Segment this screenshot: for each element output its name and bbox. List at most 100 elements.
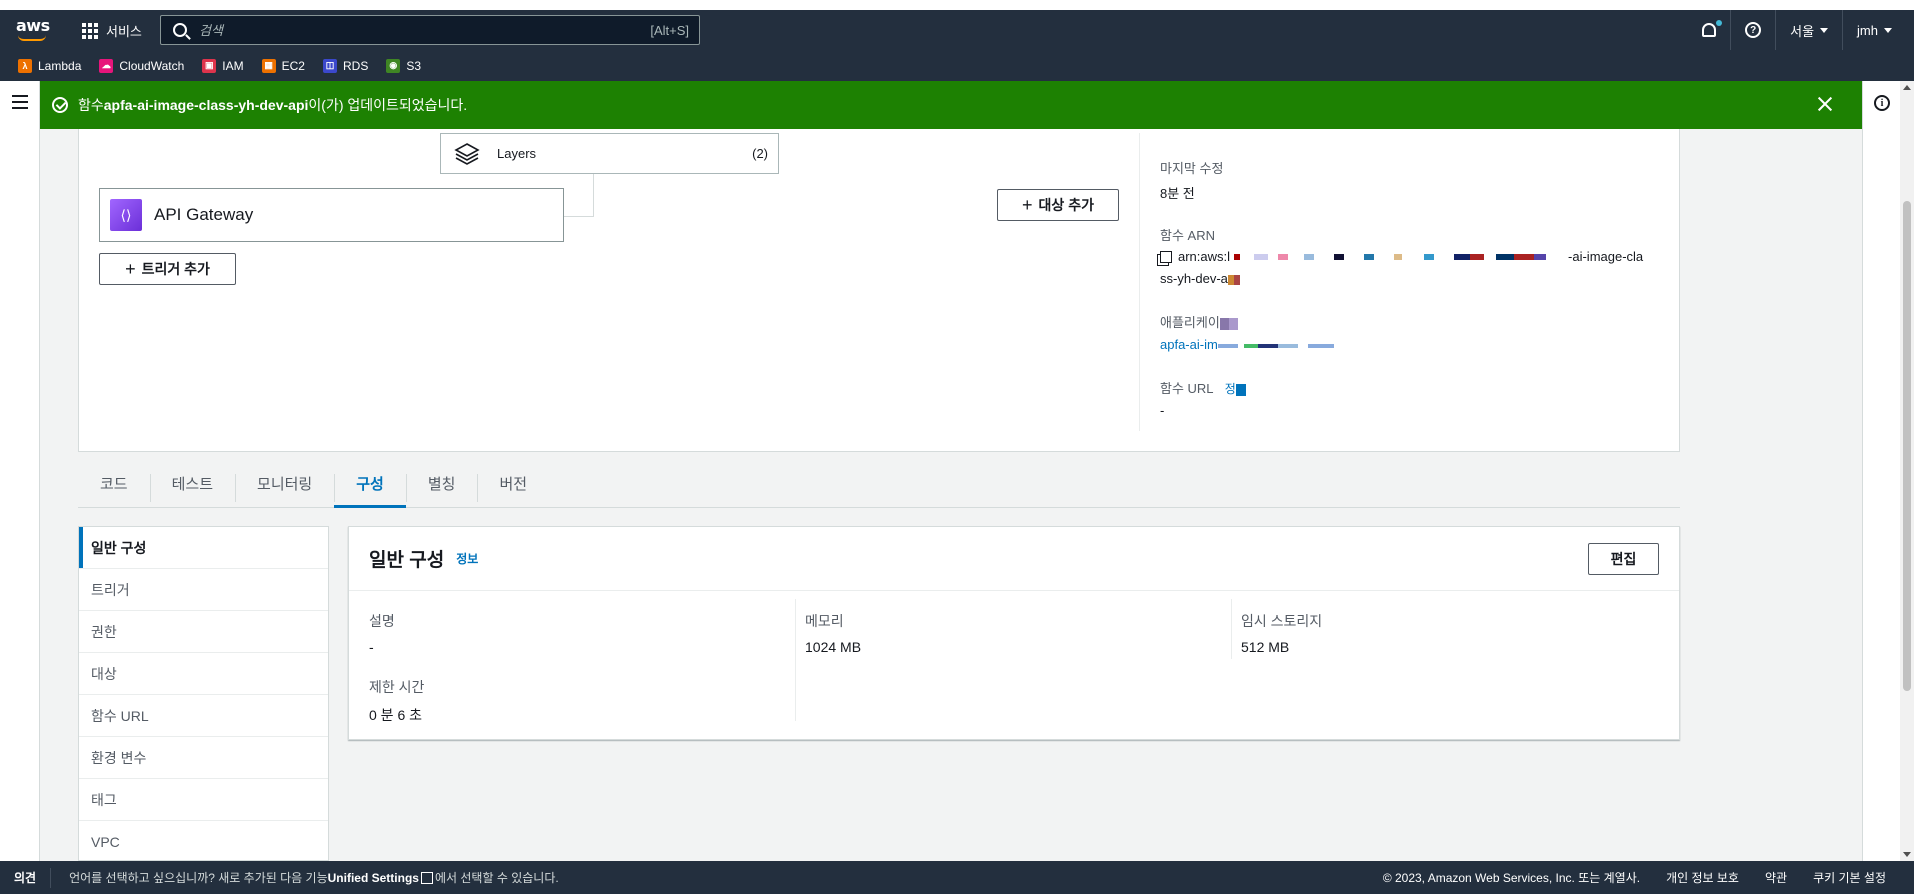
- col-storage: 임시 스토리지 512 MB: [1231, 599, 1667, 659]
- favorite-lambda[interactable]: λ Lambda: [18, 58, 82, 73]
- menu-icon[interactable]: [12, 95, 28, 113]
- help-icon: ?: [1745, 22, 1762, 38]
- memory-label: 메모리: [805, 613, 844, 629]
- privacy-link[interactable]: 개인 정보 보호: [1666, 869, 1739, 886]
- side-item-destinations[interactable]: 대상: [79, 653, 328, 695]
- favorite-s3[interactable]: ◉ S3: [386, 58, 422, 73]
- function-url-label-text: 함수 URL: [1160, 381, 1214, 396]
- scroll-thumb[interactable]: [1903, 201, 1911, 691]
- favorite-rds[interactable]: ◫ RDS: [322, 58, 368, 73]
- region-label: 서울: [1790, 23, 1815, 39]
- search-input[interactable]: [199, 22, 651, 38]
- favorite-label: S3: [406, 58, 422, 73]
- arn-line2-text: ss-yh-dev-a: [1160, 271, 1228, 286]
- layers-label: Layers: [497, 146, 537, 161]
- overview-divider: [1139, 133, 1140, 431]
- flash-suffix: 이(가) 업데이트되었습니다.: [308, 97, 468, 113]
- general-config-card: 일반 구성 정보 편집 설명 - 제한 시간 0 분 6 초 메모리 1024 …: [348, 526, 1680, 740]
- favorite-label: EC2: [281, 58, 305, 73]
- last-modified-label: 마지막 수정: [1160, 161, 1224, 176]
- tab-code[interactable]: 코드: [78, 460, 150, 507]
- favorite-cloudwatch[interactable]: ☁ CloudWatch: [99, 58, 185, 73]
- aws-logo[interactable]: aws: [16, 16, 50, 42]
- description-label: 설명: [369, 613, 395, 629]
- side-item-env-vars[interactable]: 환경 변수: [79, 737, 328, 779]
- services-menu-button[interactable]: 서비스: [82, 21, 142, 40]
- application-redacted: [1217, 343, 1334, 348]
- favorite-label: CloudWatch: [119, 58, 185, 73]
- arn-prefix: arn:aws:l: [1178, 249, 1231, 264]
- footer-links: © 2023, Amazon Web Services, Inc. 또는 계열사…: [1383, 869, 1886, 886]
- scroll-up-icon[interactable]: [1903, 85, 1911, 90]
- help-button[interactable]: ?: [1730, 10, 1775, 50]
- label-redacted: [1219, 317, 1238, 330]
- side-item-permissions[interactable]: 권한: [79, 611, 328, 653]
- arn-redacted: [1227, 274, 1240, 285]
- tab-test[interactable]: 테스트: [149, 460, 235, 507]
- card-info-link[interactable]: 정보: [456, 550, 478, 567]
- side-item-tags[interactable]: 태그: [79, 779, 328, 821]
- arn-line2: ss-yh-dev-a: [1160, 271, 1240, 286]
- side-item-triggers[interactable]: 트리거: [79, 569, 328, 611]
- global-nav: aws 서비스 [Alt+S] ? 서울 jmh: [0, 10, 1914, 50]
- left-rail: [0, 81, 40, 861]
- scroll-down-icon[interactable]: [1903, 852, 1911, 857]
- search-box[interactable]: [Alt+S]: [160, 15, 700, 45]
- function-url-value: -: [1160, 403, 1165, 418]
- side-item-vpc[interactable]: VPC: [79, 821, 328, 860]
- edit-button[interactable]: 편집: [1588, 543, 1659, 575]
- side-item-function-url[interactable]: 함수 URL: [79, 695, 328, 737]
- right-rail: i: [1862, 81, 1900, 861]
- language-message-prefix: 언어를 선택하고 싶으십니까? 새로 추가된 다음 기능: [69, 871, 328, 885]
- cookie-preferences-link[interactable]: 쿠키 기본 설정: [1813, 869, 1886, 886]
- favorite-ec2[interactable]: ▦ EC2: [261, 58, 305, 73]
- add-destination-button[interactable]: + 대상 추가: [997, 189, 1119, 221]
- diagram-connector: [563, 216, 594, 217]
- page-scrollbar[interactable]: [1900, 81, 1914, 861]
- account-menu[interactable]: jmh: [1842, 10, 1914, 50]
- nav-right-group: ? 서울 jmh: [1688, 10, 1914, 50]
- region-selector[interactable]: 서울: [1775, 10, 1842, 50]
- favorite-label: Lambda: [38, 58, 82, 73]
- application-value: apfa-ai-im: [1160, 337, 1218, 352]
- rds-icon: ◫: [322, 58, 337, 73]
- tab-configuration[interactable]: 구성: [334, 460, 406, 508]
- tab-monitoring[interactable]: 모니터링: [235, 460, 334, 507]
- col-memory: 메모리 1024 MB: [795, 599, 1231, 721]
- copy-icon[interactable]: [1160, 250, 1172, 263]
- plus-icon: +: [125, 259, 136, 279]
- info-panel-icon[interactable]: i: [1874, 95, 1890, 111]
- check-circle-icon: [52, 97, 68, 113]
- arn-label: 함수 ARN: [1160, 228, 1215, 243]
- language-message: 언어를 선택하고 싶으십니까? 새로 추가된 다음 기능 Unified Set…: [51, 869, 559, 886]
- success-flash: 함수 apfa-ai-image-class-yh-dev-api 이(가) 업…: [40, 81, 1862, 129]
- layers-node[interactable]: Layers (2): [440, 133, 779, 174]
- notifications-button[interactable]: [1688, 10, 1730, 50]
- trigger-api-gateway[interactable]: ⟨⟩ API Gateway: [99, 188, 564, 242]
- s3-icon: ◉: [386, 58, 401, 73]
- tab-aliases[interactable]: 별칭: [405, 460, 478, 507]
- trigger-name: API Gateway: [154, 205, 254, 224]
- favorite-iam[interactable]: ▣ IAM: [202, 58, 244, 73]
- external-link-icon: [420, 871, 433, 884]
- caret-down-icon: [1820, 27, 1829, 33]
- favorites-bar: λ Lambda ☁ CloudWatch ▣ IAM ▦ EC2 ◫ RDS …: [0, 50, 1914, 81]
- diagram-connector: [593, 174, 594, 217]
- unified-settings-link[interactable]: Unified Settings: [328, 871, 419, 885]
- card-title: 일반 구성: [369, 550, 445, 571]
- close-icon[interactable]: [1816, 95, 1834, 113]
- add-trigger-button[interactable]: + 트리거 추가: [99, 253, 236, 285]
- tab-versions[interactable]: 버전: [477, 460, 549, 507]
- function-overview-panel: [78, 129, 1680, 452]
- function-url-info-link[interactable]: 정: [1225, 382, 1236, 396]
- feedback-button[interactable]: 의견: [0, 867, 52, 888]
- terms-link[interactable]: 약관: [1765, 869, 1787, 886]
- application-link[interactable]: apfa-ai-im: [1160, 337, 1334, 352]
- arn-suffix: -ai-image-cla: [1568, 249, 1644, 264]
- add-trigger-label: 트리거 추가: [141, 261, 210, 277]
- function-url-label: 함수 URL 정: [1160, 378, 1246, 397]
- copyright: © 2023, Amazon Web Services, Inc. 또는 계열사…: [1382, 871, 1641, 885]
- side-item-general[interactable]: 일반 구성: [79, 527, 328, 569]
- info-redacted: [1235, 383, 1246, 396]
- caret-down-icon: [1884, 27, 1892, 33]
